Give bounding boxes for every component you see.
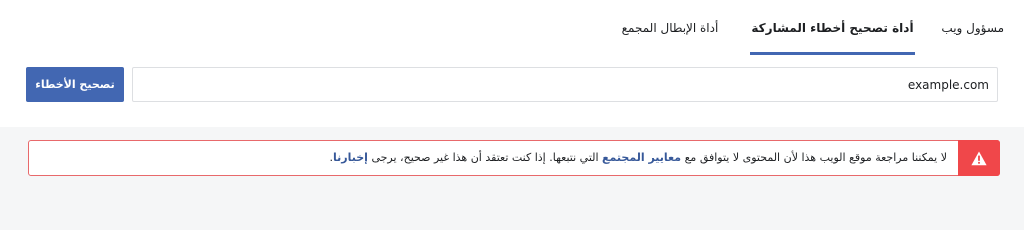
tab-webmaster[interactable]: مسؤول ويب (941, 0, 1004, 56)
error-alert: لا يمكننا مراجعة موقع الويب هذا لأن المح… (28, 140, 1000, 176)
url-debug-form: تصحيح الأخطاء (0, 67, 1024, 103)
top-navigation: مسؤول ويب أداة تصحيح أخطاء المشاركة أداة… (0, 0, 1024, 56)
debug-button[interactable]: تصحيح الأخطاء (26, 67, 124, 102)
alert-text-part2: التي نتبعها. إذا كنت تعتقد أن هذا غير صح… (367, 151, 603, 164)
alert-message: لا يمكننا مراجعة موقع الويب هذا لأن المح… (330, 141, 947, 175)
tab-sharing-debugger[interactable]: أداة تصحيح أخطاء المشاركة (750, 0, 915, 56)
alert-text-part1: لا يمكننا مراجعة موقع الويب هذا لأن المح… (681, 151, 947, 164)
warning-icon (971, 151, 987, 165)
url-input[interactable] (132, 67, 998, 102)
community-standards-link[interactable]: معايير المجتمع (602, 151, 681, 164)
alert-icon-container (958, 140, 1000, 176)
tab-batch-invalidator[interactable]: أداة الإبطال المجمع (620, 0, 720, 56)
let-us-know-link[interactable]: إخبارنا (333, 151, 368, 164)
